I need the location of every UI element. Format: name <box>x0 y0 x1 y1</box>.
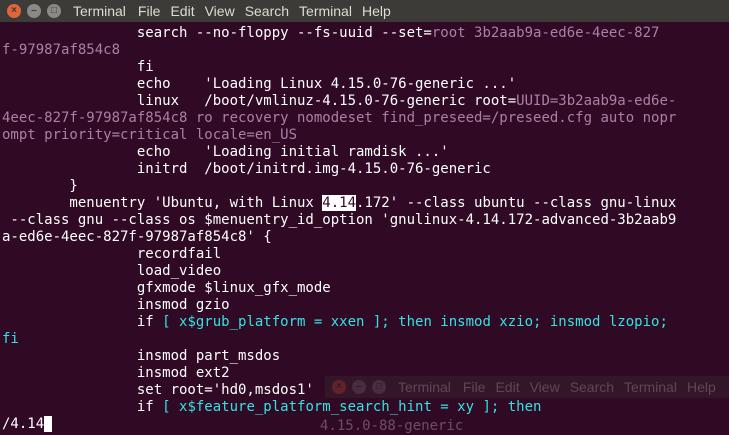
terminal-text: menuentry 'Ubuntu, with Linux <box>2 195 323 211</box>
terminal-text: [ x$feature_platform_search_hint = xy ];… <box>162 399 542 415</box>
window-title: Terminal <box>73 3 126 19</box>
menu-help[interactable]: Help <box>362 3 391 19</box>
terminal-text: load_video <box>2 263 222 279</box>
terminal-line: set root='hd0,msdos1' <box>2 382 314 399</box>
terminal-line: insmod part_msdos <box>2 348 280 365</box>
terminal-text: --class gnu --class os $menuentry_id_opt… <box>2 212 677 228</box>
terminal-line: gfxmode $linux_gfx_mode <box>2 280 331 297</box>
terminal-text: .172' --class ubuntu --class gnu-linux <box>356 195 677 211</box>
terminal-line: if [ x$grub_platform = xxen ]; then insm… <box>2 314 668 331</box>
terminal-line: echo 'Loading Linux 4.15.0-76-generic ..… <box>2 76 516 93</box>
terminal-text: f-97987af854c8 <box>2 42 121 58</box>
menu-edit[interactable]: Edit <box>170 3 194 19</box>
terminal-line: insmod gzio <box>2 297 230 314</box>
menu-bar: Terminal File Edit View Search Terminal … <box>73 3 401 19</box>
terminal-text: insmod ext2 <box>2 365 230 381</box>
terminal-text: if <box>2 399 163 415</box>
terminal-text: gfxmode $linux_gfx_mode <box>2 280 331 296</box>
terminal-output[interactable]: search --no-floppy --fs-uuid --set=root … <box>0 22 729 435</box>
minimize-icon[interactable]: – <box>27 4 41 18</box>
terminal-text: [ x$grub_platform = xxen ]; then insmod … <box>162 314 668 330</box>
terminal-text: linux /boot/vmlinuz-4.15.0-76-generic ro… <box>2 93 517 109</box>
terminal-text: ompt priority=critical locale=en_US <box>2 127 298 143</box>
menu-search[interactable]: Search <box>245 3 289 19</box>
terminal-line: load_video <box>2 263 221 280</box>
terminal-line: } <box>2 178 78 195</box>
terminal-text: fi <box>2 331 19 347</box>
terminal-line: echo 'Loading initial ramdisk ...' <box>2 144 449 161</box>
terminal-line: recordfail <box>2 246 221 263</box>
terminal-line: linux /boot/vmlinuz-4.15.0-76-generic ro… <box>2 93 676 110</box>
terminal-text: recordfail <box>2 246 222 262</box>
terminal-line: ompt priority=critical locale=en_US <box>2 127 297 144</box>
terminal-text: search --no-floppy --fs-uuid --set= <box>2 25 432 41</box>
terminal-text: } <box>2 178 78 194</box>
text-cursor <box>44 416 53 432</box>
terminal-line: --class gnu --class os $menuentry_id_opt… <box>2 212 676 229</box>
terminal-text: fi <box>2 59 154 75</box>
terminal-text: a-ed6e-4eec-827f-97987af854c8' { <box>2 229 272 245</box>
terminal-text: UUID=3b2aab9a-ed6e- <box>516 93 677 109</box>
search-prompt: /4.14 <box>2 416 45 432</box>
terminal-line: 4eec-827f-97987af854c8 ro recovery nomod… <box>2 110 676 127</box>
terminal-line: a-ed6e-4eec-827f-97987af854c8' { <box>2 229 272 246</box>
title-bar: × – □ Terminal File Edit View Search Ter… <box>0 0 729 22</box>
terminal-line: f-97987af854c8 <box>2 42 120 59</box>
terminal-line: insmod ext2 <box>2 365 230 382</box>
menu-terminal[interactable]: Terminal <box>299 3 352 19</box>
terminal-text: set root='hd0,msdos1' <box>2 382 314 398</box>
terminal-text: 4eec-827f-97987af854c8 ro recovery nomod… <box>2 110 677 126</box>
terminal-line: fi <box>2 59 154 76</box>
terminal-window: × – □ Terminal File Edit View Search Ter… <box>0 0 729 435</box>
terminal-text: root 3b2aab9a-ed6e-4eec-827 <box>431 25 660 41</box>
terminal-line: search --no-floppy --fs-uuid --set=root … <box>2 25 660 42</box>
terminal-text: echo 'Loading initial ramdisk ...' <box>2 144 449 160</box>
close-icon[interactable]: × <box>7 4 21 18</box>
maximize-icon[interactable]: □ <box>47 4 61 18</box>
terminal-line: menuentry 'Ubuntu, with Linux 4.14.172' … <box>2 195 676 212</box>
terminal-text: insmod gzio <box>2 297 230 313</box>
terminal-text: if <box>2 314 163 330</box>
terminal-line: initrd /boot/initrd.img-4.15.0-76-generi… <box>2 161 491 178</box>
terminal-text: initrd /boot/initrd.img-4.15.0-76-generi… <box>2 161 491 177</box>
menu-view[interactable]: View <box>205 3 235 19</box>
terminal-line: fi <box>2 331 19 348</box>
terminal-line: if [ x$feature_platform_search_hint = xy… <box>2 399 542 416</box>
search-highlight: 4.14 <box>322 195 357 211</box>
search-prompt-line[interactable]: /4.14 <box>2 416 53 433</box>
terminal-text: echo 'Loading Linux 4.15.0-76-generic ..… <box>2 76 517 92</box>
terminal-text: insmod part_msdos <box>2 348 281 364</box>
menu-file[interactable]: File <box>138 3 161 19</box>
